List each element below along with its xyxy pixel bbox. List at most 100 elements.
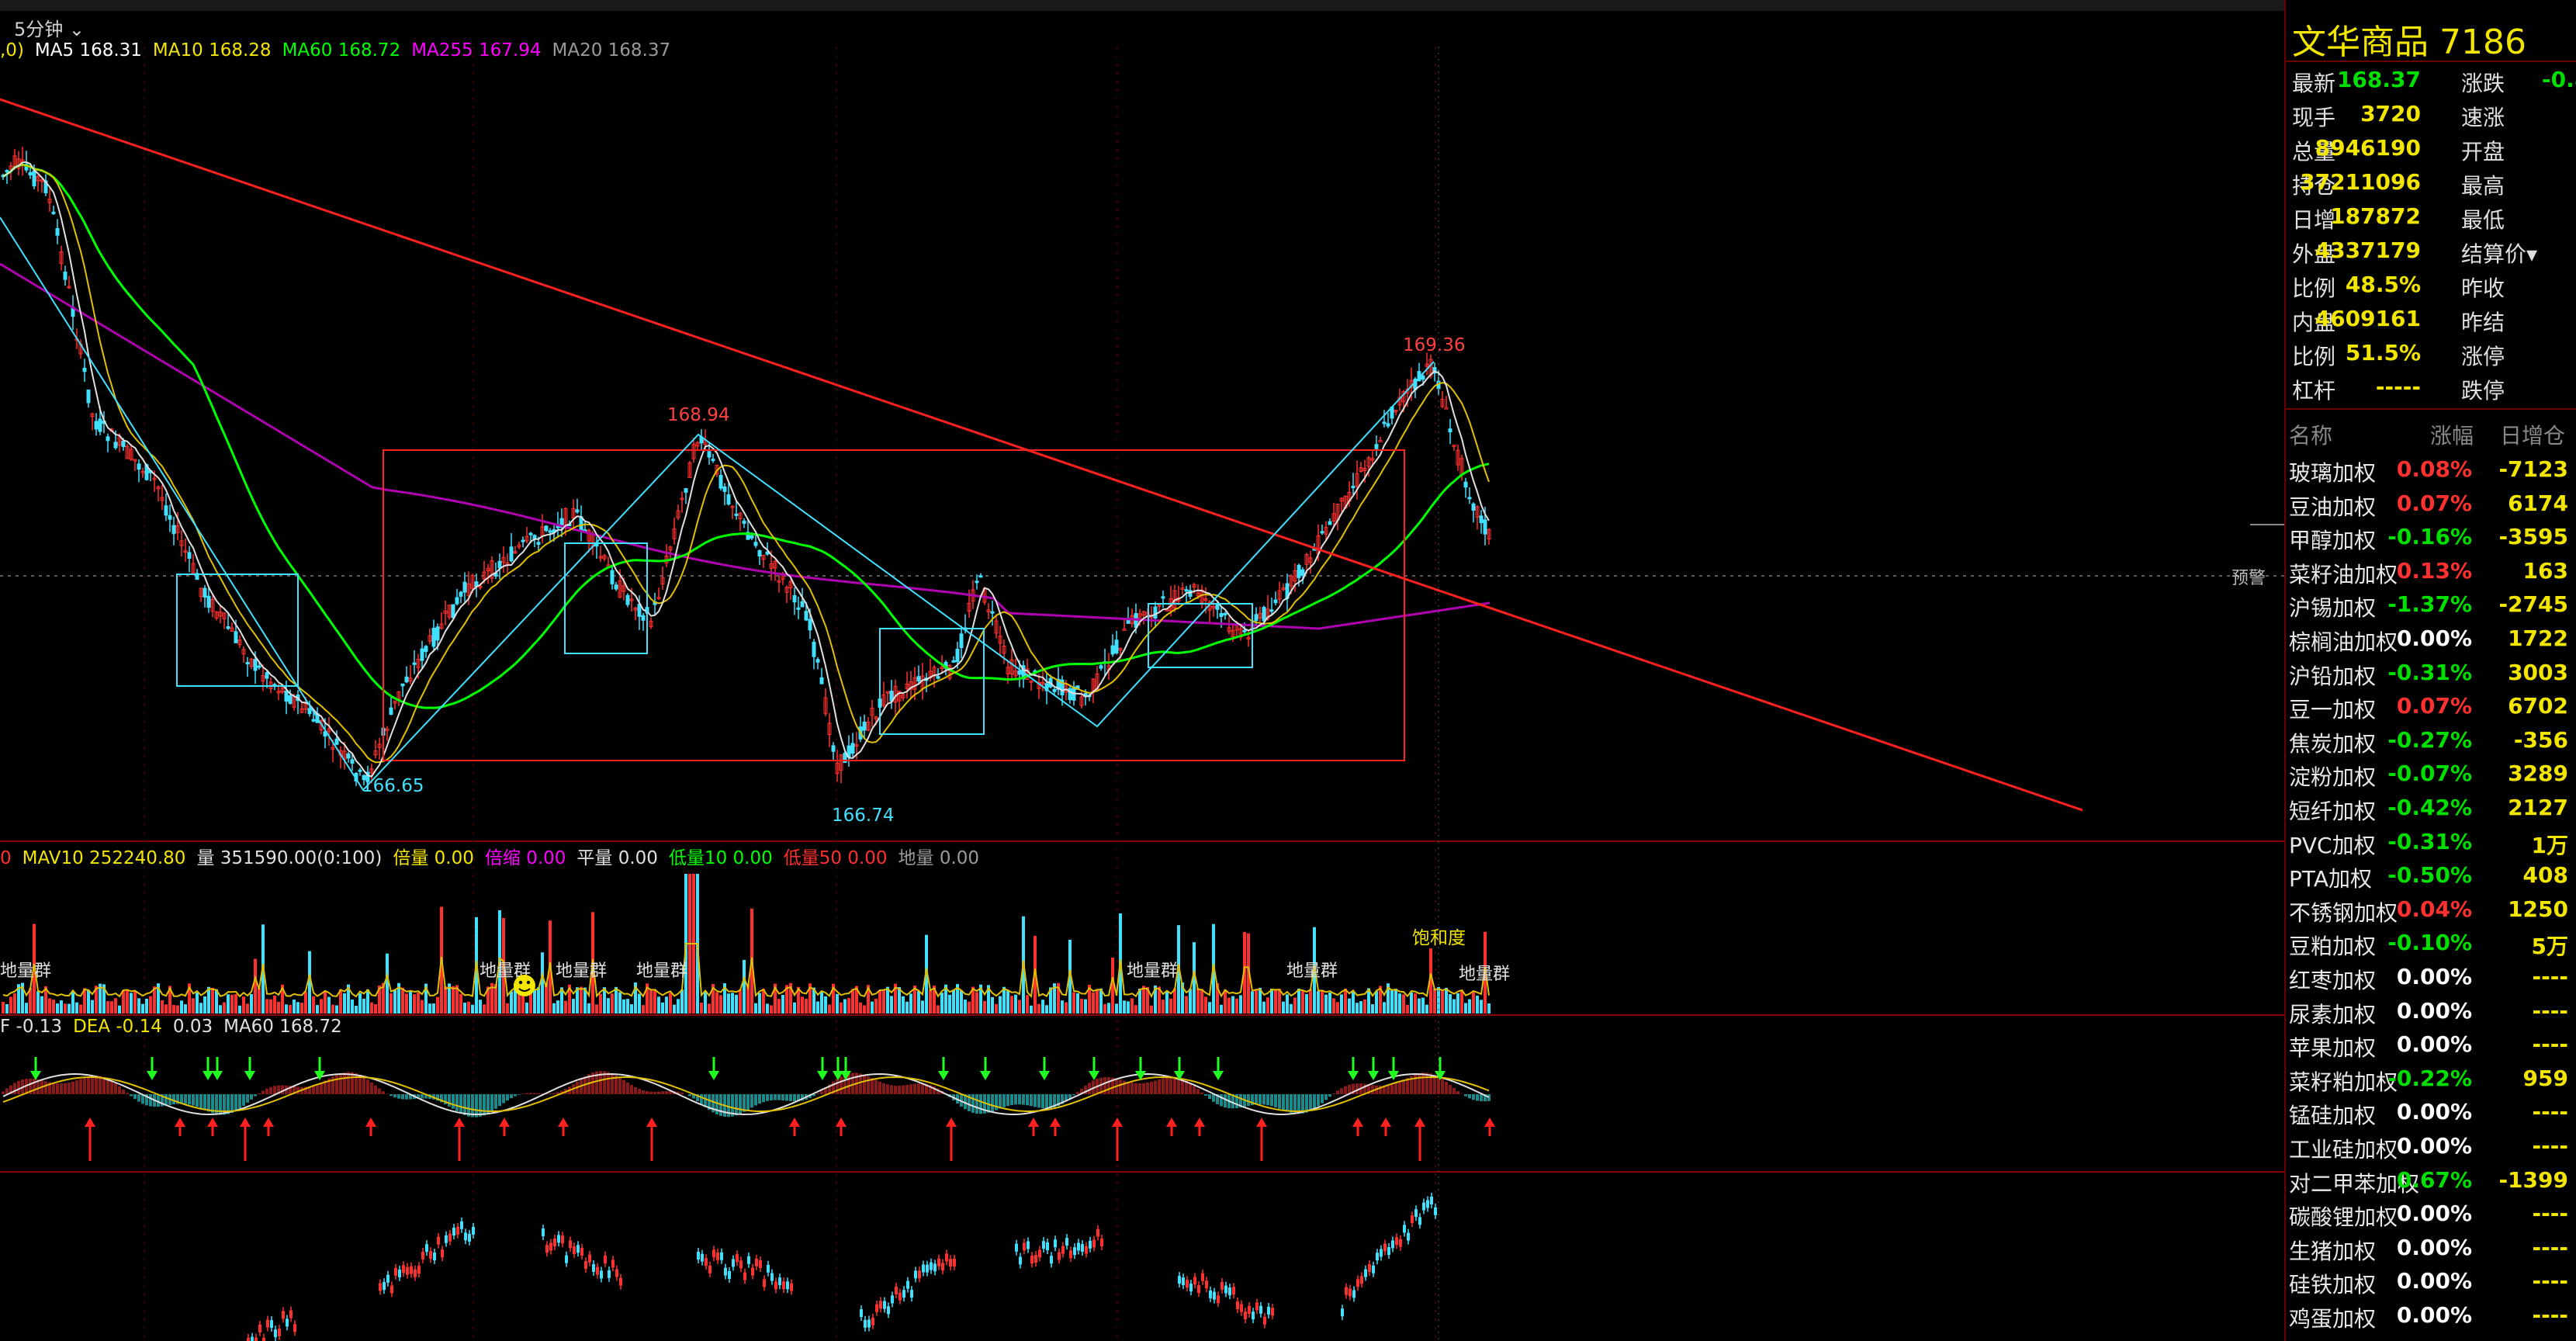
- volume-bar: [390, 993, 393, 1014]
- sector-change: 0.13%: [2396, 557, 2472, 584]
- alert-label: 预警: [2231, 569, 2266, 588]
- quote-row: 总量 8946190 开盘: [2286, 130, 2576, 165]
- volume-bar: [405, 993, 408, 1014]
- col-change[interactable]: 涨幅: [2430, 419, 2474, 450]
- candle: [536, 542, 541, 546]
- sector-row[interactable]: 豆粕加权 -0.10% 5万: [2286, 925, 2576, 959]
- sub-candle: [441, 1249, 444, 1258]
- sector-row[interactable]: 生猪加权 0.00% ----: [2286, 1230, 2576, 1264]
- trend-line[interactable]: [0, 98, 2083, 812]
- volume-legend-item: 0: [0, 848, 12, 868]
- sector-row[interactable]: 棕榈油加权 0.00% 1722: [2286, 621, 2576, 655]
- sector-row[interactable]: 硅铁加权 0.00% ----: [2286, 1263, 2576, 1298]
- sector-row[interactable]: 菜籽油加权 0.13% 163: [2286, 553, 2576, 587]
- volume-bar: [1445, 987, 1448, 1014]
- sector-row[interactable]: 工业硅加权 0.00% ----: [2286, 1128, 2576, 1163]
- sector-row[interactable]: 豆一加权 0.07% 6702: [2286, 688, 2576, 722]
- volume-bar: [1266, 997, 1269, 1014]
- sub-candle: [759, 1260, 762, 1269]
- sector-row[interactable]: 豆油加权 0.07% 6174: [2286, 486, 2576, 520]
- sector-row[interactable]: 锰硅加权 0.00% ----: [2286, 1094, 2576, 1128]
- col-oi[interactable]: 日增仓: [2500, 419, 2565, 450]
- sector-row[interactable]: PTA加权 -0.50% 408: [2286, 858, 2576, 892]
- sector-row[interactable]: 甲醇加权 -0.16% -3595: [2286, 519, 2576, 553]
- sub-candle: [460, 1221, 463, 1229]
- sector-row[interactable]: 对二甲苯加权 0.67% -1399: [2286, 1163, 2576, 1197]
- sub-candle: [1267, 1306, 1270, 1315]
- sub-candle: [716, 1252, 719, 1260]
- sub-candle: [561, 1235, 564, 1244]
- quote-label[interactable]: 结算价▾: [2461, 237, 2537, 269]
- macd-bar: [525, 1093, 528, 1094]
- macd-bar: [991, 1094, 994, 1112]
- sub-candle: [1352, 1290, 1356, 1298]
- sub-candle: [1434, 1207, 1437, 1215]
- candlestick-series: [1, 147, 1491, 789]
- quote-value: -0.88: [2542, 67, 2576, 92]
- sub-candle: [1085, 1246, 1088, 1254]
- volume-bar: [607, 998, 610, 1014]
- price-chart[interactable]: 169.36 168.94 166.65 166.74 预警 地量群 地量群 地量群…: [0, 0, 2284, 1341]
- sector-row[interactable]: 焦炭加权 -0.27% -356: [2286, 722, 2576, 757]
- macd-bar: [1146, 1082, 1149, 1094]
- volume-bar: [1251, 991, 1254, 1014]
- volume-bar: [828, 1004, 831, 1014]
- candle: [113, 442, 118, 449]
- macd-bar: [1220, 1094, 1223, 1107]
- sub-candle: [1236, 1301, 1239, 1310]
- sector-row[interactable]: 淀粉加权 -0.07% 3289: [2286, 756, 2576, 790]
- volume-bar: [1026, 995, 1029, 1014]
- candle: [959, 633, 964, 648]
- sub-candle: [918, 1270, 921, 1279]
- chart-area[interactable]: 5分钟 ⌄ ,0) MA5 168.31 MA10 168.28 MA60 168.7…: [0, 0, 2284, 1341]
- macd-bar: [1456, 1090, 1459, 1094]
- sub-candle: [871, 1317, 874, 1325]
- volume-bar: [122, 990, 125, 1014]
- volume-bar: [316, 1005, 319, 1014]
- sub-candle: [553, 1239, 556, 1247]
- sub-candle: [778, 1277, 781, 1286]
- volume-bar: [211, 987, 214, 1014]
- sector-row[interactable]: 碳酸锂加权 0.00% ----: [2286, 1196, 2576, 1230]
- sector-row[interactable]: 不锈钢加权 0.04% 1250: [2286, 892, 2576, 926]
- candle: [420, 648, 424, 661]
- sector-row[interactable]: 鸡蛋加权 0.00% ----: [2286, 1298, 2576, 1332]
- sector-name: 菜籽粕加权: [2289, 1069, 2398, 1095]
- sector-row[interactable]: 玻璃加权 0.08% -7123: [2286, 452, 2576, 486]
- sub-candle: [867, 1319, 871, 1328]
- sell-signal-arrow: [1050, 1118, 1061, 1127]
- volume-bar: [1150, 1005, 1153, 1014]
- candle: [1099, 665, 1103, 669]
- candle: [63, 272, 68, 280]
- sector-row[interactable]: 沪铅加权 -0.31% 3003: [2286, 655, 2576, 689]
- sub-candle: [251, 1336, 254, 1341]
- sector-row[interactable]: 沪锡加权 -1.37% -2745: [2286, 587, 2576, 621]
- sub-candle: [747, 1256, 750, 1264]
- volume-bar: [661, 1002, 664, 1014]
- macd-bar: [750, 1094, 753, 1108]
- sector-row[interactable]: 苹果加权 0.00% ----: [2286, 1027, 2576, 1061]
- sub-candle: [1356, 1279, 1359, 1287]
- instrument-title[interactable]: 文华商品 7186: [2292, 14, 2526, 64]
- macd-bar: [618, 1077, 621, 1094]
- sector-row[interactable]: 尿素加权 0.00% ----: [2286, 993, 2576, 1027]
- panel-divider: [2286, 408, 2576, 410]
- col-name[interactable]: 名称: [2289, 419, 2332, 450]
- zigzag-line[interactable]: [0, 217, 1435, 792]
- sub-candle: [763, 1279, 766, 1287]
- volume-ma-line: [2, 943, 1490, 999]
- sector-change: -0.07%: [2387, 761, 2472, 787]
- sector-row[interactable]: 菜籽粕加权 -0.22% 959: [2286, 1061, 2576, 1095]
- sector-row[interactable]: PVC加权 -0.31% 1万: [2286, 824, 2576, 858]
- volume-bar: [40, 996, 43, 1014]
- candle: [404, 676, 409, 683]
- volume-bar: [793, 1002, 796, 1014]
- buy-signal-arrow: [30, 1071, 41, 1080]
- sector-name: 短纤加权: [2289, 799, 2377, 824]
- sub-candle: [1046, 1242, 1049, 1250]
- quote-label: 昨结: [2461, 310, 2505, 335]
- sector-row[interactable]: 红枣加权 0.00% ----: [2286, 959, 2576, 993]
- sector-row[interactable]: 短纤加权 -0.42% 2127: [2286, 790, 2576, 824]
- candle: [431, 628, 436, 647]
- sub-candle: [596, 1266, 599, 1275]
